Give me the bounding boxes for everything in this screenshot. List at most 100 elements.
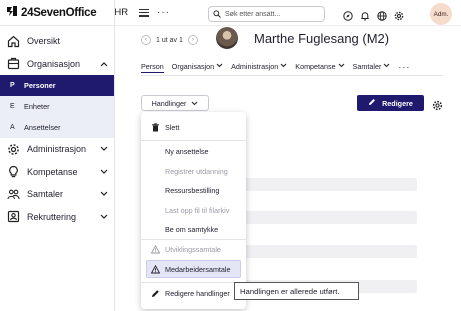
- sidebar-item-label: Samtaler: [27, 189, 64, 200]
- menu-item-slett[interactable]: Slett: [141, 118, 246, 136]
- pencil-icon: [368, 98, 376, 108]
- field-placeholder: [238, 211, 417, 224]
- sidebar-item-personer[interactable]: P Personer: [0, 75, 114, 96]
- sidebar-item-administrasjon[interactable]: Administrasjon: [0, 138, 114, 161]
- menu-item-label: Last opp fil til filarkiv: [165, 205, 230, 215]
- sidebar-item-label: Oversikt: [27, 36, 61, 47]
- menu-item-medarbeidersamtale[interactable]: Medarbeidersamtale: [146, 260, 241, 278]
- tab-organisasjon[interactable]: Organisasjon: [172, 60, 223, 73]
- gear-icon: [6, 142, 20, 156]
- tab-samtaler[interactable]: Samtaler: [353, 60, 391, 73]
- tabs-divider: [141, 75, 443, 76]
- sidebar-nav: Oversikt Organisasjon P Personer E Enhet…: [0, 26, 114, 228]
- menu-item-utviklingssamtale: Utviklingssamtale: [141, 240, 246, 258]
- hamburger-menu-icon[interactable]: [139, 8, 149, 17]
- sidebar-item-kompetanse[interactable]: Kompetanse: [0, 161, 114, 184]
- menu-item-label: Utviklingssamtale: [165, 244, 221, 254]
- menu-item-label: Medarbeidersamtale: [165, 264, 231, 274]
- previous-record-button[interactable]: ‹: [141, 35, 151, 45]
- tab-person[interactable]: Person: [141, 60, 164, 73]
- chevron-down-icon: [338, 63, 345, 70]
- sidebar-item-organisasjon[interactable]: Organisasjon: [0, 53, 114, 76]
- person-photo: [216, 27, 238, 49]
- chevron-down-icon: [383, 63, 390, 70]
- menu-item-label: Registrer utdanning: [165, 166, 228, 176]
- sidebar-item-oversikt[interactable]: Oversikt: [0, 30, 114, 53]
- menu-item-redigere-handlinger[interactable]: Redigere handlinger: [141, 284, 246, 302]
- more-dots-icon: ···: [398, 61, 411, 72]
- field-placeholder: [238, 178, 417, 191]
- menu-item-ny-ansettelse[interactable]: Ny ansettelse: [141, 142, 246, 160]
- settings-gear-icon[interactable]: [394, 8, 404, 21]
- subitem-letter: E: [10, 103, 15, 110]
- globe-icon[interactable]: [377, 8, 387, 21]
- user-avatar[interactable]: Adm.: [430, 3, 452, 25]
- redigere-button[interactable]: Redigere: [357, 95, 424, 111]
- page-settings-gear-icon[interactable]: [432, 98, 443, 111]
- menu-item-label: Be om samtykke: [165, 224, 219, 234]
- next-record-button[interactable]: ›: [187, 35, 198, 45]
- warning-icon: [150, 264, 160, 274]
- sidebar-item-rekruttering[interactable]: Rekruttering: [0, 206, 114, 229]
- tab-kompetanse[interactable]: Kompetanse: [295, 60, 345, 73]
- bulb-icon: [6, 165, 20, 179]
- chevron-down-icon: [191, 99, 198, 108]
- chevron-down-icon: [216, 63, 223, 70]
- search-placeholder: Søk etter ansatt...: [225, 10, 281, 18]
- field-placeholder: [238, 245, 417, 258]
- menu-item-label: Ny ansettelse: [165, 146, 209, 156]
- home-icon: [6, 34, 20, 48]
- more-dots-icon[interactable]: ···: [157, 7, 170, 17]
- subitem-label: Ansettelser: [24, 123, 61, 132]
- menu-item-registrer-utdanning: Registrer utdanning: [141, 162, 246, 180]
- menu-item-label: Redigere handlinger: [165, 288, 230, 298]
- chevron-down-icon: [280, 63, 287, 70]
- bell-icon[interactable]: [360, 8, 370, 21]
- organisasjon-submenu: P Personer E Enheter A Ansettelser: [0, 75, 114, 138]
- tooltip: Handlingen er allerede utført.: [234, 282, 359, 300]
- compass-icon[interactable]: [343, 8, 353, 21]
- sidebar-item-ansettelser[interactable]: A Ansettelser: [0, 117, 114, 138]
- org-icon: [6, 57, 20, 71]
- chevron-down-icon: [99, 212, 108, 221]
- pager-text: 1 ut av 1: [156, 36, 183, 44]
- tabs-more-button[interactable]: ···: [398, 60, 410, 73]
- chevron-up-icon: [99, 59, 108, 68]
- tab-administrasjon[interactable]: Administrasjon: [231, 60, 287, 73]
- subitem-letter: P: [10, 82, 15, 89]
- topbar-icons: [343, 8, 404, 21]
- brand-name: 24SevenOffice: [21, 6, 97, 19]
- menu-divider: [141, 140, 246, 141]
- subitem-label: Enheter: [24, 102, 50, 111]
- tab-label: Administrasjon: [231, 62, 279, 71]
- sidebar-item-enheter[interactable]: E Enheter: [0, 96, 114, 117]
- subitem-label: Personer: [24, 81, 56, 90]
- search-input[interactable]: Søk etter ansatt...: [208, 6, 325, 22]
- chevron-down-icon: [99, 167, 108, 176]
- sidebar-item-label: Kompetanse: [27, 166, 78, 177]
- handlinger-label: Handlinger: [151, 98, 187, 108]
- people-icon: [6, 187, 20, 201]
- redigere-label: Redigere: [382, 98, 413, 108]
- person-tabs: Person Organisasjon Administrasjon Kompe…: [141, 60, 461, 75]
- trash-icon: [150, 122, 160, 132]
- id-card-icon: [6, 210, 20, 224]
- chevron-down-icon: [99, 145, 108, 154]
- chevron-down-icon: [99, 190, 108, 199]
- handlinger-dropdown-button[interactable]: Handlinger: [141, 95, 209, 111]
- tab-label: Kompetanse: [295, 62, 336, 71]
- warning-icon: [150, 244, 160, 254]
- menu-item-be-om-samtykke[interactable]: Be om samtykke: [141, 220, 246, 238]
- person-name: Marthe Fuglesang (M2): [254, 31, 390, 46]
- menu-item-last-opp-fil: Last opp fil til filarkiv: [141, 201, 246, 219]
- logo-icon: [6, 5, 18, 20]
- sidebar-item-samtaler[interactable]: Samtaler: [0, 183, 114, 206]
- brand-logo[interactable]: 24SevenOffice: [6, 5, 97, 20]
- brand-bar: 24SevenOffice HR: [0, 0, 128, 26]
- sidebar-item-label: Rekruttering: [27, 211, 77, 222]
- pencil-icon: [150, 288, 160, 298]
- menu-item-label: Slett: [165, 122, 180, 132]
- sidebar: 24SevenOffice HR Oversikt Organisasjon P…: [0, 0, 128, 311]
- sidebar-item-label: Organisasjon: [27, 58, 81, 69]
- menu-item-ressursbestilling[interactable]: Ressursbestilling: [141, 181, 246, 199]
